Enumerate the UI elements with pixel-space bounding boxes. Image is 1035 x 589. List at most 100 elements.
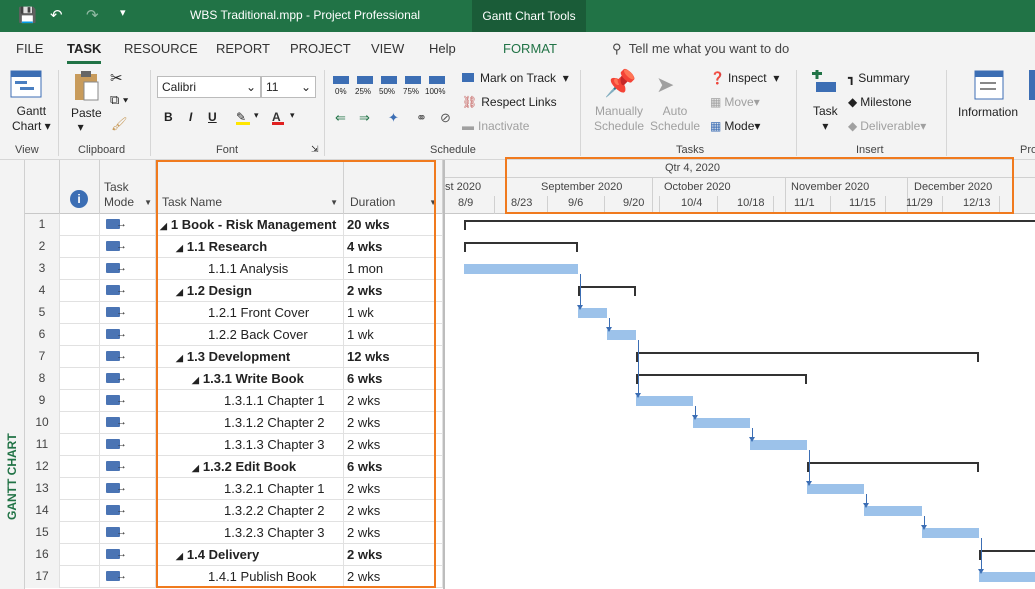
format-painter-icon[interactable]: 🖌 <box>111 116 128 132</box>
tab-help[interactable]: Help <box>429 41 456 56</box>
duration-cell[interactable]: 2 wks <box>344 500 443 522</box>
table-row[interactable]: 8 ◢1.3.1 Write Book6 wks <box>25 368 443 390</box>
collapse-triangle-icon[interactable]: ◢ <box>176 353 183 363</box>
duration-cell[interactable]: 6 wks <box>344 368 443 390</box>
task-name-cell[interactable]: 1.3.2.3 Chapter 3 <box>156 522 344 544</box>
summary-bar[interactable] <box>807 462 979 472</box>
row-number[interactable]: 9 <box>25 390 60 412</box>
task-name-cell[interactable]: 1.3.2.1 Chapter 1 <box>156 478 344 500</box>
row-number[interactable]: 13 <box>25 478 60 500</box>
task-name-cell[interactable]: ◢ 1 Book - Risk Management <box>156 214 344 236</box>
row-number[interactable]: 8 <box>25 368 60 390</box>
task-mode-cell[interactable] <box>100 390 156 412</box>
tab-resource[interactable]: RESOURCE <box>124 41 198 56</box>
select-all-corner[interactable] <box>25 160 60 214</box>
task-mode-cell[interactable] <box>100 434 156 456</box>
row-number[interactable]: 15 <box>25 522 60 544</box>
collapse-triangle-icon[interactable]: ◢ <box>192 375 199 385</box>
dependency-link[interactable] <box>749 428 755 442</box>
duration-cell[interactable]: 2 wks <box>344 544 443 566</box>
duration-cell[interactable]: 2 wks <box>344 478 443 500</box>
deliverable-button[interactable]: ◆ Deliverable▾ <box>848 119 926 133</box>
row-number[interactable]: 5 <box>25 302 60 324</box>
tell-me-search[interactable]: ⚲ Tell me what you want to do <box>612 41 789 57</box>
summary-bar[interactable] <box>635 352 979 362</box>
row-number[interactable]: 6 <box>25 324 60 346</box>
summary-bar[interactable] <box>464 220 1035 230</box>
link-tasks-icon[interactable]: ⚭ <box>416 110 427 126</box>
indicators-column-header[interactable]: i <box>60 160 100 214</box>
table-row[interactable]: 1 ◢1 Book - Risk Management20 wks <box>25 214 443 236</box>
duration-cell[interactable]: 2 wks <box>344 280 443 302</box>
dependency-link[interactable] <box>634 340 641 398</box>
task-name-cell[interactable]: ◢ 1.1 Research <box>156 236 344 258</box>
row-number[interactable]: 1 <box>25 214 60 236</box>
task-mode-cell[interactable] <box>100 214 156 236</box>
underline-button[interactable]: U <box>208 110 217 124</box>
table-row[interactable]: 3 1.1.1 Analysis1 mon <box>25 258 443 280</box>
percent-100-icon[interactable] <box>429 76 445 84</box>
task-name-cell[interactable]: ◢ 1.2 Design <box>156 280 344 302</box>
tab-task[interactable]: TASK <box>67 41 102 64</box>
row-number[interactable]: 2 <box>25 236 60 258</box>
gantt-chart-button[interactable]: Gantt Chart ▾ <box>12 104 51 134</box>
row-number[interactable]: 16 <box>25 544 60 566</box>
insert-task-button[interactable]: Task ▾ <box>813 104 838 134</box>
manually-schedule-button[interactable]: Manually Schedule <box>594 104 644 134</box>
task-mode-cell[interactable] <box>100 566 156 588</box>
row-number[interactable]: 12 <box>25 456 60 478</box>
task-name-cell[interactable]: 1.3.1.3 Chapter 3 <box>156 434 344 456</box>
collapse-triangle-icon[interactable]: ◢ <box>176 243 183 253</box>
row-number[interactable]: 7 <box>25 346 60 368</box>
task-mode-cell[interactable] <box>100 368 156 390</box>
information-button[interactable]: Information <box>958 105 1018 119</box>
task-bar[interactable] <box>864 506 922 516</box>
highlight-color-icon[interactable]: ✎ <box>236 110 250 125</box>
move-button[interactable]: ▦ Move▾ <box>710 95 760 109</box>
duration-cell[interactable]: 4 wks <box>344 236 443 258</box>
task-name-cell[interactable]: ◢ 1.4 Delivery <box>156 544 344 566</box>
task-bar[interactable] <box>464 264 579 274</box>
tab-format[interactable]: FORMAT <box>503 41 557 56</box>
task-name-cell[interactable]: 1.3.1.1 Chapter 1 <box>156 390 344 412</box>
percent-0-icon[interactable] <box>333 76 349 84</box>
table-row[interactable]: 10 1.3.1.2 Chapter 22 wks <box>25 412 443 434</box>
dependency-link[interactable] <box>977 538 984 574</box>
task-name-column-header[interactable]: Task Name ▼ <box>156 160 344 214</box>
collapse-triangle-icon[interactable]: ◢ <box>160 221 167 231</box>
bold-button[interactable]: B <box>164 110 173 124</box>
duration-cell[interactable]: 1 wk <box>344 302 443 324</box>
inspect-button[interactable]: ❓ Inspect ▾ <box>710 71 779 85</box>
duration-column-header[interactable]: Duration ▼ <box>344 160 443 214</box>
cut-icon[interactable]: ✂ <box>110 69 123 87</box>
notes-icon[interactable] <box>1029 70 1035 100</box>
auto-schedule-button[interactable]: Auto Schedule <box>650 104 700 134</box>
row-number[interactable]: 11 <box>25 434 60 456</box>
row-number[interactable]: 14 <box>25 500 60 522</box>
filter-dropdown-icon[interactable]: ▼ <box>330 198 338 207</box>
inactivate-button[interactable]: ▬ Inactivate <box>462 119 529 133</box>
row-number[interactable]: 10 <box>25 412 60 434</box>
collapse-triangle-icon[interactable]: ◢ <box>192 463 199 473</box>
task-bar[interactable] <box>692 418 750 428</box>
task-name-cell[interactable]: 1.3.2.2 Chapter 2 <box>156 500 344 522</box>
summary-bar[interactable] <box>978 550 1035 560</box>
task-mode-cell[interactable] <box>100 412 156 434</box>
duration-cell[interactable]: 1 mon <box>344 258 443 280</box>
task-name-cell[interactable]: ◢ 1.3 Development <box>156 346 344 368</box>
copy-icon[interactable]: ⧉ ▾ <box>110 92 128 108</box>
task-mode-cell[interactable] <box>100 346 156 368</box>
task-bar[interactable] <box>921 528 979 538</box>
unlink-tasks-icon[interactable]: ⊘ <box>440 110 451 126</box>
split-task-icon[interactable]: ✦ <box>388 110 399 126</box>
save-icon[interactable]: 💾 <box>18 6 37 24</box>
table-row[interactable]: 9 1.3.1.1 Chapter 12 wks <box>25 390 443 412</box>
milestone-button[interactable]: ◆ Milestone <box>848 95 912 109</box>
duration-cell[interactable]: 2 wks <box>344 412 443 434</box>
highlight-dropdown-icon[interactable]: ▾ <box>254 110 259 121</box>
table-row[interactable]: 4 ◢1.2 Design2 wks <box>25 280 443 302</box>
move-left-icon[interactable]: ⇐ <box>335 110 346 126</box>
percent-50-icon[interactable] <box>381 76 397 84</box>
summary-bar[interactable] <box>578 286 636 296</box>
table-row[interactable]: 11 1.3.1.3 Chapter 32 wks <box>25 434 443 456</box>
